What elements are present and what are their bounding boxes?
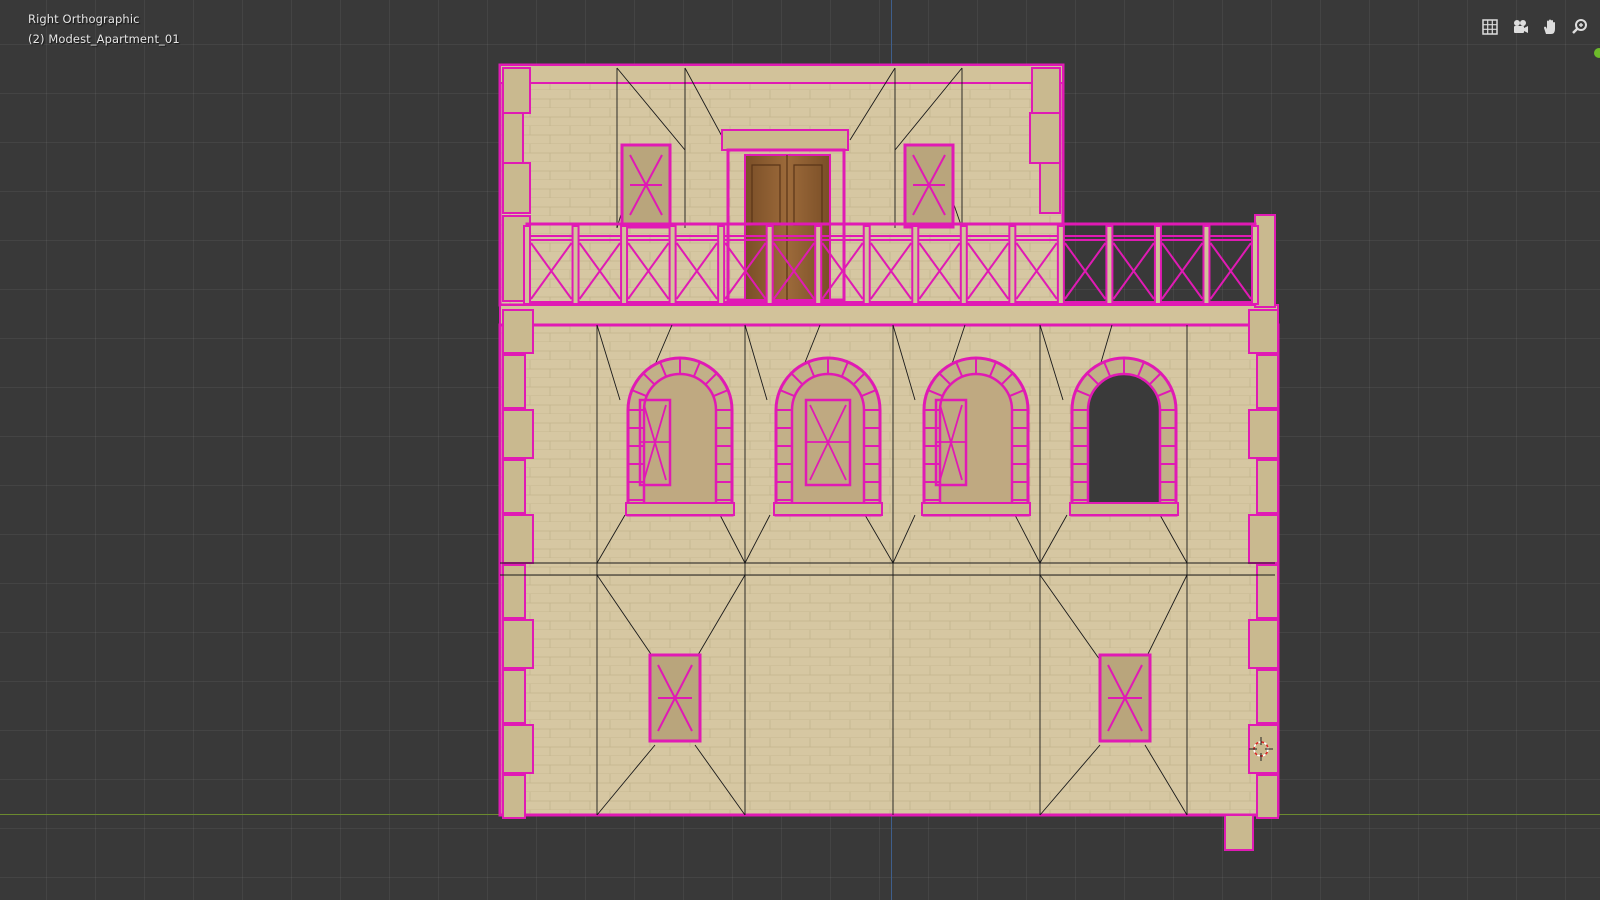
arched-window[interactable] [921, 356, 1031, 517]
active-object-label: (2) Modest_Apartment_01 [28, 32, 180, 46]
zoom-icon[interactable] [1567, 14, 1593, 40]
grid-toggle-icon[interactable] [1477, 14, 1503, 40]
upper-storey[interactable] [498, 63, 1065, 307]
pan-hand-icon[interactable] [1537, 14, 1563, 40]
arched-window[interactable] [773, 356, 883, 517]
view-name-label: Right Orthographic [28, 12, 140, 26]
arched-window[interactable] [625, 356, 735, 517]
3d-viewport[interactable]: Right Orthographic (2) Modest_Apartment_… [0, 0, 1600, 900]
status-dot [1594, 48, 1600, 58]
3d-cursor-icon [1249, 737, 1273, 761]
arched-window[interactable] [1069, 356, 1179, 517]
camera-view-icon[interactable] [1507, 14, 1533, 40]
building-model[interactable] [0, 0, 1600, 900]
lower-storeys[interactable] [498, 309, 1280, 851]
